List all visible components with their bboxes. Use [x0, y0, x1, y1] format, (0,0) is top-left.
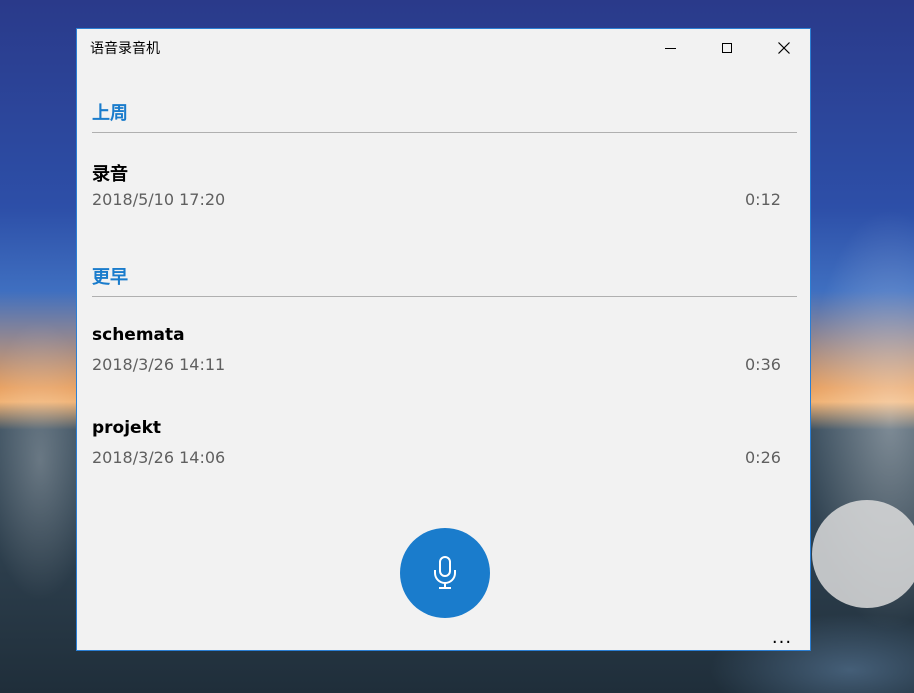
- recording-date: 2018/5/10 17:20: [92, 190, 226, 209]
- recording-duration: 0:36: [745, 355, 781, 374]
- recording-name: 录音: [92, 164, 128, 185]
- recording-duration: 0:12: [745, 190, 781, 209]
- section-divider: [92, 296, 797, 297]
- recording-name: schemata: [92, 325, 185, 345]
- recording-item[interactable]: 录音 2018/5/10 17:20 0:12: [77, 160, 810, 224]
- more-icon: ...: [771, 626, 793, 648]
- recording-date: 2018/3/26 14:06: [92, 448, 226, 467]
- minimize-icon: [664, 47, 676, 49]
- recording-name: projekt: [92, 418, 162, 438]
- window-title: 语音录音机: [90, 41, 160, 57]
- section-header-earlier: 更早: [92, 267, 128, 288]
- close-button[interactable]: [761, 29, 807, 67]
- title-bar[interactable]: 语音录音机: [77, 29, 810, 67]
- recording-duration: 0:26: [745, 448, 781, 467]
- maximize-button[interactable]: [704, 29, 750, 67]
- recording-item[interactable]: projekt 2018/3/26 14:06 0:26: [77, 418, 810, 482]
- more-button[interactable]: ...: [767, 626, 797, 648]
- microphone-icon: [434, 556, 456, 589]
- section-header-last-week: 上周: [92, 103, 128, 124]
- close-icon: [778, 42, 790, 54]
- recording-date: 2018/3/26 14:11: [92, 355, 226, 374]
- maximize-icon: [722, 43, 732, 53]
- minimize-button[interactable]: [647, 29, 693, 67]
- recording-item[interactable]: schemata 2018/3/26 14:11 0:36: [77, 325, 810, 389]
- section-divider: [92, 132, 797, 133]
- wallpaper-circle: [812, 500, 914, 608]
- record-button[interactable]: [400, 528, 490, 618]
- voice-recorder-window: 语音录音机 上周 录音 2018/5/10 17:20 0:12 更早 sche…: [76, 28, 811, 651]
